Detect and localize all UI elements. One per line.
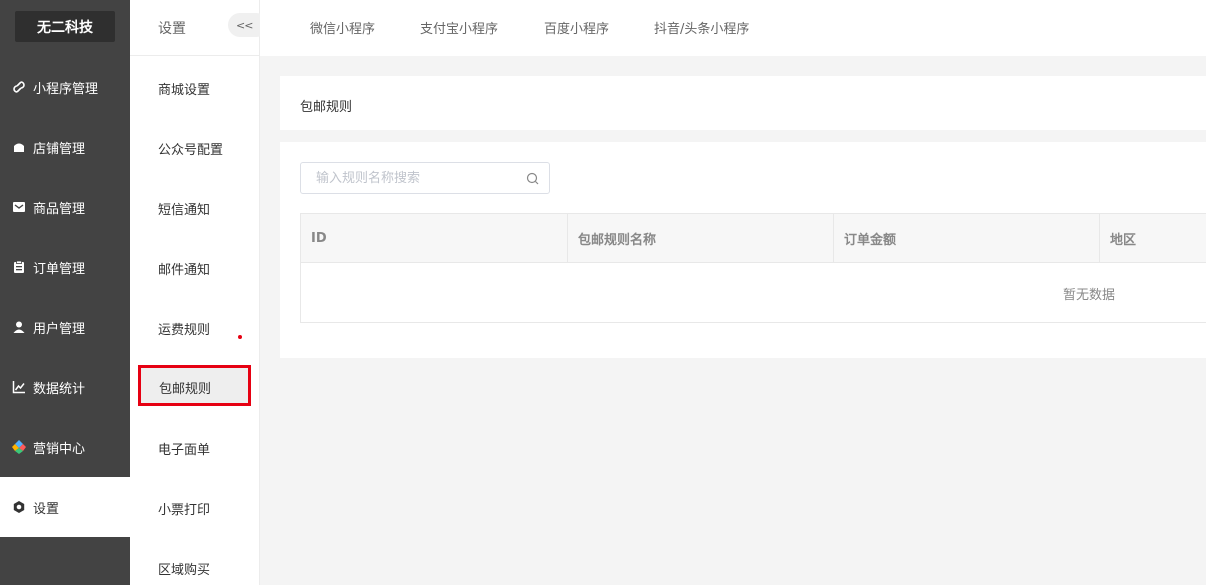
page-title: 包邮规则 [300,100,353,115]
column-header-region: 地区 [1110,232,1137,248]
sidebar-item-label: 营销中心 [33,441,86,457]
submenu-title: 设置 [158,21,186,37]
submenu-item-official-account[interactable]: 公众号配置 [158,139,223,158]
submenu-item-free-shipping[interactable]: 包邮规则 [138,365,251,406]
submenu-item-freight-rules[interactable]: 运费规则 [158,319,210,338]
user-icon [11,319,27,335]
tab-baidu-mini-program[interactable]: 百度小程序 [544,18,609,37]
submenu-item-mall-settings[interactable]: 商城设置 [158,79,210,98]
store-icon [11,139,27,155]
goods-icon [11,199,27,215]
sidebar-item-label: 订单管理 [33,261,86,277]
settings-icon [11,499,27,515]
search-icon[interactable] [525,171,541,187]
main-sidebar: 无二科技 小程序管理 店铺管理 商品管理 订单管理 用户管理 数据统计 营销中心… [0,0,130,585]
settings-submenu: 设置 商城设置 公众号配置 短信通知 邮件通知 运费规则 小票打印 电子面单 区… [130,0,260,585]
red-dot-marker [238,335,242,339]
sidebar-item-users[interactable]: 用户管理 [0,297,130,357]
mini-program-icon [11,79,27,95]
page-header-card: 包邮规则 [280,76,1206,130]
sidebar-item-statistics[interactable]: 数据统计 [0,357,130,417]
platform-tabs: 微信小程序 支付宝小程序 百度小程序 抖音/头条小程序 [260,0,1206,56]
sidebar-item-marketing[interactable]: 营销中心 [0,417,130,477]
search-input[interactable] [301,163,521,193]
sidebar-item-label: 设置 [33,501,60,517]
sidebar-item-orders[interactable]: 订单管理 [0,237,130,297]
search-box [300,162,550,194]
free-shipping-rules-table: ID 包邮规则名称 订单金额 地区 暂无数据 [300,213,1206,323]
sidebar-item-goods[interactable]: 商品管理 [0,177,130,237]
empty-text: 暂无数据 [1063,287,1116,303]
sidebar-item-label: 小程序管理 [33,81,99,97]
submenu-item-label: 包邮规则 [159,382,212,397]
tab-douyin-mini-program[interactable]: 抖音/头条小程序 [654,18,749,37]
column-header-order-amount: 订单金额 [834,214,1100,262]
tab-alipay-mini-program[interactable]: 支付宝小程序 [420,18,498,37]
table-empty-row: 暂无数据 [301,263,1206,323]
chart-icon [11,379,27,395]
sidebar-item-label: 商品管理 [33,201,86,217]
submenu-item-sms-notice[interactable]: 短信通知 [158,199,210,218]
sidebar-item-settings[interactable]: 设置 [0,477,130,537]
submenu-item-email-notice[interactable]: 邮件通知 [158,259,210,278]
order-icon [11,259,27,275]
sidebar-item-mini-program[interactable]: 小程序管理 [0,57,130,117]
tab-wechat-mini-program[interactable]: 微信小程序 [310,18,375,37]
submenu-item-e-waybill[interactable]: 电子面单 [158,439,210,458]
sidebar-item-store[interactable]: 店铺管理 [0,117,130,177]
column-header-rule-name: 包邮规则名称 [568,214,834,262]
brand-logo[interactable]: 无二科技 [15,11,115,42]
table-header: ID 包邮规则名称 订单金额 地区 [301,214,1206,263]
sidebar-item-label: 用户管理 [33,321,86,337]
marketing-icon [11,439,27,455]
submenu-item-region-purchase[interactable]: 区域购买 [158,559,210,578]
submenu-item-receipt-print[interactable]: 小票打印 [158,499,210,518]
content-card: ID 包邮规则名称 订单金额 地区 暂无数据 [280,142,1206,358]
sidebar-item-label: 店铺管理 [33,141,86,157]
column-header-id: ID [301,214,568,262]
sidebar-item-label: 数据统计 [33,381,86,397]
